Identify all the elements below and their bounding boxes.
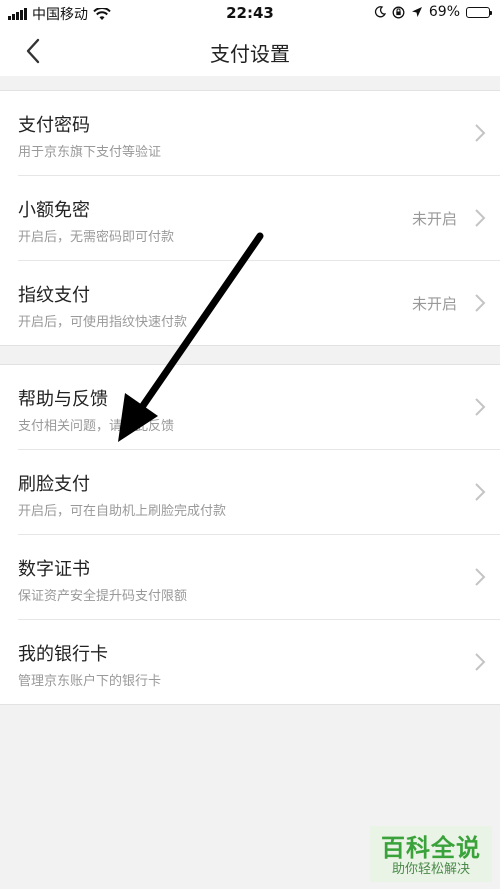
status-bar: 中国移动 22:43 69% — [0, 0, 500, 26]
chevron-right-icon — [475, 653, 486, 671]
chevron-right-icon — [475, 568, 486, 586]
location-arrow-icon — [411, 7, 422, 17]
battery-icon — [466, 6, 492, 18]
chevron-right-icon — [475, 483, 486, 501]
chevron-right-icon — [475, 124, 486, 142]
moon-icon — [374, 6, 386, 18]
row-subtitle: 开启后，可在自助机上刷脸完成付款 — [18, 504, 227, 519]
row-subtitle: 开启后，可使用指纹快速付款 — [18, 315, 188, 330]
page-title: 支付设置 — [210, 42, 290, 66]
setting-row-payment-password[interactable]: 支付密码 用于京东旗下支付等验证 — [18, 91, 500, 176]
settings-group-2: 帮助与反馈 支付相关问题，请点此反馈 刷脸支付 开启后，可在自助机上刷脸完成付款… — [0, 364, 500, 705]
row-subtitle: 管理京东账户下的银行卡 — [18, 674, 162, 689]
row-status: 未开启 — [411, 295, 457, 313]
setting-row-digital-certificate[interactable]: 数字证书 保证资产安全提升码支付限额 — [18, 535, 500, 620]
row-title: 我的银行卡 — [18, 644, 108, 665]
row-subtitle: 用于京东旗下支付等验证 — [18, 145, 162, 160]
orientation-lock-icon — [392, 6, 405, 18]
row-subtitle: 开启后，无需密码即可付款 — [18, 230, 175, 245]
chevron-right-icon — [475, 209, 486, 227]
chevron-right-icon — [475, 294, 486, 312]
row-subtitle: 支付相关问题，请点此反馈 — [18, 419, 175, 434]
watermark-subtitle: 助你轻松解决 — [391, 862, 470, 877]
battery-percent: 69% — [428, 4, 460, 20]
row-title: 指纹支付 — [18, 285, 90, 306]
row-subtitle: 保证资产安全提升码支付限额 — [18, 589, 188, 604]
chevron-right-icon — [475, 398, 486, 416]
setting-row-face-pay[interactable]: 刷脸支付 开启后，可在自助机上刷脸完成付款 — [18, 450, 500, 535]
row-status: 未开启 — [411, 210, 457, 228]
setting-row-my-bank-cards[interactable]: 我的银行卡 管理京东账户下的银行卡 — [18, 620, 500, 704]
setting-row-help-feedback[interactable]: 帮助与反馈 支付相关问题，请点此反馈 — [18, 365, 500, 450]
row-title: 小额免密 — [18, 200, 90, 221]
status-right: 69% — [374, 4, 492, 20]
setting-row-fingerprint-pay[interactable]: 指纹支付 开启后，可使用指纹快速付款 未开启 — [18, 261, 500, 345]
settings-group-1: 支付密码 用于京东旗下支付等验证 小额免密 开启后，无需密码即可付款 未开启 指… — [0, 90, 500, 346]
setting-row-small-amount-no-password[interactable]: 小额免密 开启后，无需密码即可付款 未开启 — [18, 176, 500, 261]
row-title: 数字证书 — [18, 559, 90, 580]
watermark-logo: 百科全说 助你轻松解决 — [370, 826, 492, 882]
row-title: 刷脸支付 — [18, 474, 90, 495]
nav-bar: 支付设置 — [0, 26, 500, 76]
row-title: 支付密码 — [18, 115, 90, 136]
row-title: 帮助与反馈 — [18, 389, 108, 410]
